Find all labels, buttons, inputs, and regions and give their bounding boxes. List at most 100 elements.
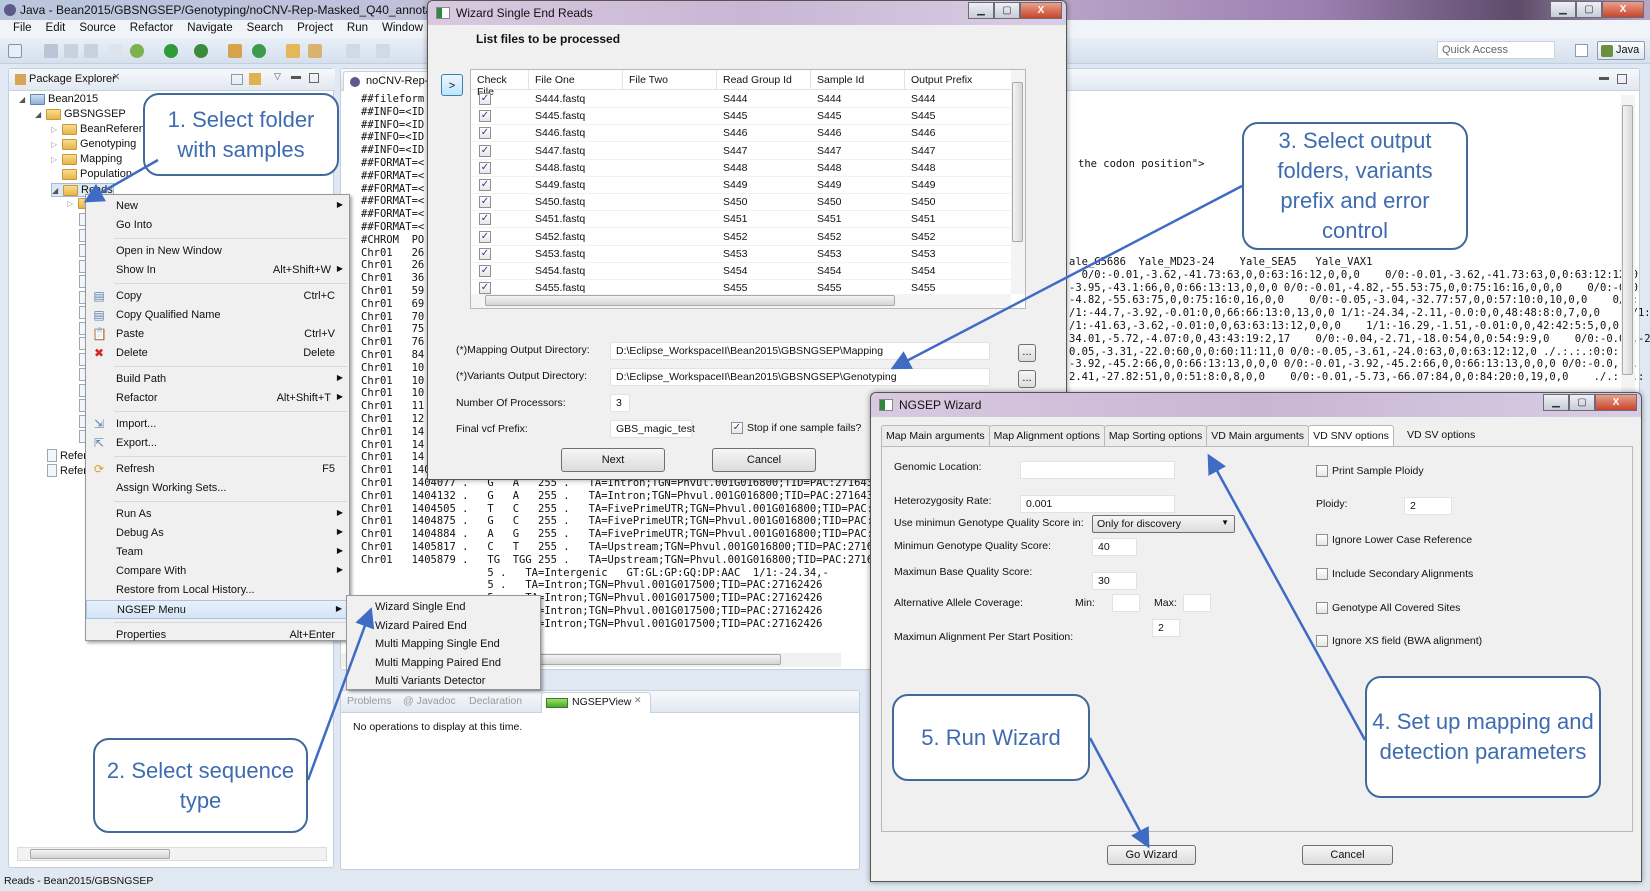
submenu-item-wizard-paired-end[interactable]: Wizard Paired End [347,617,540,636]
tree-item-gbsngsep[interactable]: ◢ GBSNGSEP [35,108,126,120]
close-tab-icon[interactable]: ✕ [112,72,120,83]
menu-item-refresh[interactable]: ⟳ Refresh F5 [86,460,349,479]
print-ploidy-checkbox[interactable]: Print Sample Ploidy [1316,465,1424,477]
ploidy-input[interactable]: 2 [1404,497,1452,515]
scrollbar-thumb[interactable] [30,849,170,859]
print-icon[interactable] [84,44,98,58]
variants-dir-browse-button[interactable]: ... [1018,370,1036,388]
maximize-editor-icon[interactable] [1617,74,1627,84]
menu-navigate[interactable]: Navigate [180,20,239,38]
include-secondary-checkbox[interactable]: Include Secondary Alignments [1316,568,1473,580]
menu-item-new[interactable]: New ▶ [86,197,349,216]
vcf-code-left[interactable]: ##fileform ##INFO=<ID ##INFO=<ID ##INFO=<ID… [361,93,424,464]
tree-item-reference-1[interactable]: Refer [47,449,87,462]
min-gq-input[interactable]: 40 [1092,538,1137,556]
tab-problems[interactable]: Problems [347,695,391,707]
menu-item-copy[interactable]: ▤ Copy Ctrl+C [86,287,349,306]
wizard-cancel-button[interactable]: Cancel [1302,845,1393,865]
tab-declaration[interactable]: Declaration [469,695,522,707]
menu-item-compare-with[interactable]: Compare With ▶ [86,562,349,581]
variants-dir-input[interactable]: D:\Eclipse_WorkspaceII\Bean2015\GBSNGSEP… [610,368,990,386]
row-checkbox[interactable]: ✓ [479,179,491,191]
column-header-output-prefix[interactable]: Output Prefix [905,70,1015,90]
tab-map-sorting-options[interactable]: Map Sorting options [1103,425,1208,446]
table-row[interactable]: ✓ S449.fastq S449 S449 S449 [471,177,1011,194]
tab-ngsepview[interactable]: NGSEPView ✕ [541,692,651,713]
checkbox-unchecked[interactable] [1316,568,1328,580]
run-icon[interactable] [164,44,178,58]
debug-icon[interactable] [130,44,144,58]
new-class-icon[interactable] [252,44,266,58]
submenu-item-multi-mapping-paired-end[interactable]: Multi Mapping Paired End [347,654,540,673]
tree-item-mapping[interactable]: ▷ Mapping [51,153,122,165]
menu-run[interactable]: Run [340,20,375,38]
checkbox-unchecked[interactable] [1316,465,1328,477]
submenu-item-multi-variants-detector[interactable]: Multi Variants Detector [347,672,540,691]
add-files-button[interactable]: > [441,74,463,96]
tree-item-bean2015[interactable]: ◢ Bean2015 [19,93,98,105]
menu-item-restore-from-local-history[interactable]: Restore from Local History... [86,581,349,600]
maximize-button[interactable]: ▢ [1576,1,1602,18]
table-row[interactable]: ✓ S451.fastq S451 S451 S451 [471,211,1011,229]
vcf-code-right[interactable]: ale_G5686 Yale_MD23-24 Yale_SEA5 Yale_VA… [1069,256,1650,384]
maximize-view-icon[interactable] [309,73,319,83]
prev-annotation-icon[interactable] [376,44,390,58]
row-checkbox[interactable]: ✓ [479,161,491,174]
external-tools-icon[interactable] [194,44,208,58]
cancel-button[interactable]: Cancel [712,448,816,472]
menu-item-export[interactable]: ⇱ Export... [86,434,349,453]
column-header-sample-id[interactable]: Sample Id [811,70,905,90]
menu-item-ngsep-menu[interactable]: NGSEP Menu ▶ [86,600,349,619]
table-h-scrollbar[interactable] [471,294,1011,308]
menu-item-show-in[interactable]: Show In Alt+Shift+W ▶ [86,261,349,280]
collapse-all-icon[interactable] [231,74,243,85]
menu-item-go-into[interactable]: Go Into [86,216,349,235]
menu-item-open-in-new-window[interactable]: Open in New Window [86,242,349,261]
scrollbar-thumb[interactable] [1012,82,1023,242]
stop-if-fails-checkbox[interactable]: ✓ Stop if one sample fails? [731,422,861,434]
row-checkbox[interactable]: ✓ [479,247,491,260]
checkbox-unchecked[interactable] [1316,534,1328,546]
tab-map-main-arguments[interactable]: Map Main arguments [881,425,990,446]
menu-item-refactor[interactable]: Refactor Alt+Shift+T ▶ [86,389,349,408]
row-checkbox[interactable]: ✓ [479,110,491,123]
vcf-prefix-input[interactable]: GBS_magic_test [610,420,695,438]
menu-item-import[interactable]: ⇲ Import... [86,415,349,434]
minimize-editor-icon[interactable]: ▬ [1599,72,1609,83]
dialog-minimize-button[interactable]: ▁ [1543,394,1569,411]
link-editor-icon[interactable] [249,73,261,85]
menu-edit[interactable]: Edit [39,20,73,38]
table-row[interactable]: ✓ S454.fastq S454 S454 S454 [471,263,1011,280]
table-row[interactable]: ✓ S453.fastq S453 S453 S453 [471,246,1011,263]
menu-item-delete[interactable]: ✖ Delete Delete [86,344,349,363]
dialog-maximize-button[interactable]: ▢ [994,2,1020,19]
scrollbar-thumb[interactable] [1622,105,1633,375]
save-icon[interactable] [44,44,58,58]
tab-vd-snv-options[interactable]: VD SNV options [1308,425,1394,446]
tab-javadoc[interactable]: @ Javadoc [403,695,456,707]
tab-vd-sv-options[interactable]: VD SV options [1393,425,1479,446]
row-checkbox[interactable]: ✓ [479,127,491,140]
minimize-button[interactable]: ▁ [1550,1,1576,18]
menu-file[interactable]: File [6,20,39,38]
menu-project[interactable]: Project [290,20,340,38]
row-checkbox[interactable]: ✓ [479,144,491,157]
close-tab-icon[interactable]: ✕ [634,695,642,706]
submenu-item-multi-mapping-single-end[interactable]: Multi Mapping Single End [347,635,540,654]
new-icon[interactable] [8,44,22,58]
menu-item-properties[interactable]: Properties Alt+Enter [86,626,349,645]
use-min-gq-select[interactable]: Only for discovery ▼ [1092,515,1235,533]
row-checkbox[interactable]: ✓ [479,265,491,277]
ignore-xs-checkbox[interactable]: Ignore XS field (BWA alignment) [1316,635,1482,647]
menu-window[interactable]: Window [375,20,430,38]
column-header-file-two[interactable]: File Two [623,70,717,90]
row-checkbox[interactable]: ✓ [479,230,491,243]
dialog-minimize-button[interactable]: ▁ [968,2,994,19]
menu-item-debug-as[interactable]: Debug As ▶ [86,524,349,543]
skip-breakpoints-icon[interactable] [108,44,122,58]
save-all-icon[interactable] [64,44,78,58]
column-header-check-file[interactable]: Check File [471,70,529,98]
max-align-input[interactable]: 2 [1152,619,1180,637]
minimize-view-icon[interactable]: ▬ [291,71,301,82]
go-wizard-button[interactable]: Go Wizard [1107,845,1196,865]
